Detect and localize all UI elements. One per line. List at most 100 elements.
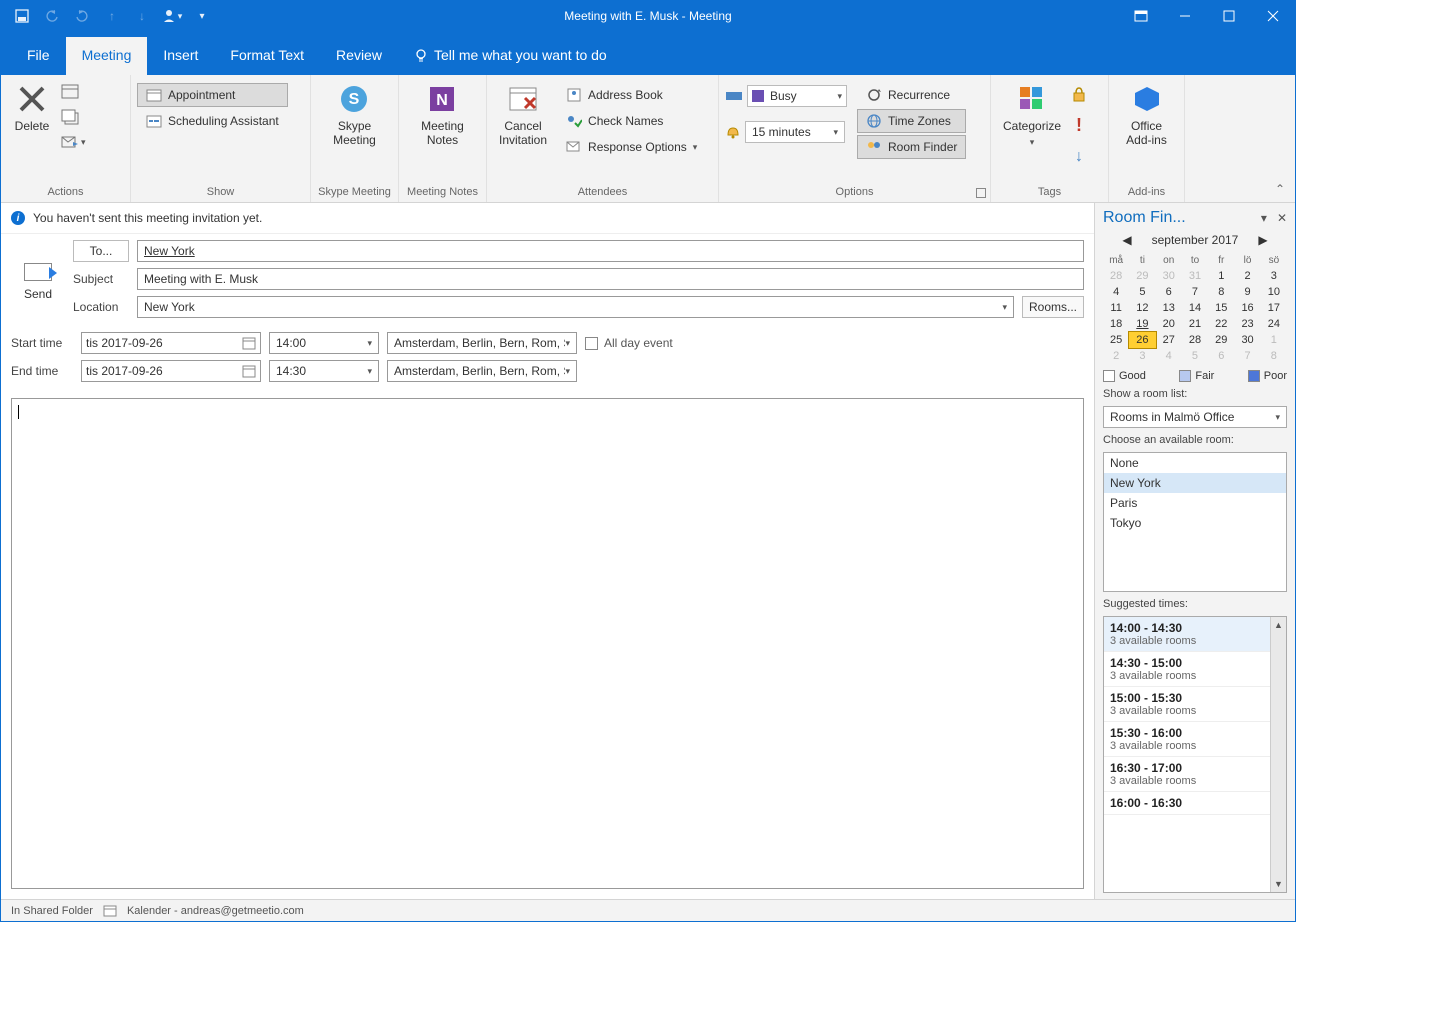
close-icon[interactable] bbox=[1251, 1, 1295, 31]
pane-menu-icon[interactable]: ▾ bbox=[1261, 211, 1267, 225]
scroll-up-icon[interactable]: ▲ bbox=[1271, 617, 1286, 633]
calendar-day[interactable]: 1 bbox=[1208, 268, 1234, 284]
undo-icon[interactable] bbox=[39, 3, 65, 29]
all-day-checkbox[interactable]: All day event bbox=[585, 336, 673, 350]
calendar-day[interactable]: 13 bbox=[1156, 300, 1182, 316]
calendar-day[interactable]: 15 bbox=[1208, 300, 1234, 316]
appointment-button[interactable]: Appointment bbox=[137, 83, 288, 107]
end-date-field[interactable]: tis 2017-09-26 bbox=[81, 360, 261, 382]
calendar-day[interactable]: 8 bbox=[1261, 348, 1287, 364]
subject-field[interactable]: Meeting with E. Musk bbox=[137, 268, 1084, 290]
calendar-day[interactable]: 18 bbox=[1103, 316, 1129, 332]
tab-insert[interactable]: Insert bbox=[147, 37, 214, 75]
calendar-day[interactable]: 28 bbox=[1103, 268, 1129, 284]
reminder-select[interactable]: 15 minutes ▾ bbox=[745, 121, 845, 143]
suggested-time-item[interactable]: 15:30 - 16:003 available rooms bbox=[1104, 722, 1286, 757]
private-icon[interactable] bbox=[1071, 85, 1087, 103]
start-tz-field[interactable]: Amsterdam, Berlin, Bern, Rom, St▾ bbox=[387, 332, 577, 354]
next-month-icon[interactable]: ▶ bbox=[1258, 233, 1267, 247]
calendar-day[interactable]: 8 bbox=[1208, 284, 1234, 300]
to-button[interactable]: To... bbox=[73, 240, 129, 262]
scroll-down-icon[interactable]: ▼ bbox=[1271, 876, 1286, 892]
suggested-time-item[interactable]: 14:30 - 15:003 available rooms bbox=[1104, 652, 1286, 687]
tab-review[interactable]: Review bbox=[320, 37, 398, 75]
send-button[interactable]: Send bbox=[11, 240, 65, 324]
calendar-day[interactable]: 7 bbox=[1182, 284, 1208, 300]
calendar-day[interactable]: 31 bbox=[1182, 268, 1208, 284]
prev-month-icon[interactable]: ◀ bbox=[1122, 233, 1131, 247]
delete-button[interactable]: Delete bbox=[7, 79, 57, 137]
calendar-day[interactable]: 11 bbox=[1103, 300, 1129, 316]
calendar-day[interactable]: 22 bbox=[1208, 316, 1234, 332]
recurrence-button[interactable]: Recurrence bbox=[857, 83, 966, 107]
suggested-time-item[interactable]: 14:00 - 14:303 available rooms bbox=[1104, 617, 1286, 652]
categorize-button[interactable]: Categorize ▾ bbox=[997, 79, 1067, 152]
end-tz-field[interactable]: Amsterdam, Berlin, Bern, Rom, St▾ bbox=[387, 360, 577, 382]
cancel-invitation-button[interactable]: Cancel Invitation bbox=[493, 79, 553, 152]
calendar-day[interactable]: 3 bbox=[1129, 348, 1155, 364]
room-option[interactable]: Paris bbox=[1104, 493, 1286, 513]
calendar-day[interactable]: 14 bbox=[1182, 300, 1208, 316]
calendar-day[interactable]: 26 bbox=[1129, 332, 1155, 348]
calendar-day[interactable]: 24 bbox=[1261, 316, 1287, 332]
calendar-day[interactable]: 6 bbox=[1156, 284, 1182, 300]
redo-icon[interactable] bbox=[69, 3, 95, 29]
qat-customize-icon[interactable]: ▾ bbox=[189, 3, 215, 29]
calendar-day[interactable]: 5 bbox=[1182, 348, 1208, 364]
calendar-day[interactable]: 10 bbox=[1261, 284, 1287, 300]
tab-file[interactable]: File bbox=[11, 37, 66, 75]
next-icon[interactable]: ↓ bbox=[129, 3, 155, 29]
location-field[interactable]: New York▾ bbox=[137, 296, 1014, 318]
calendar-day[interactable]: 4 bbox=[1103, 284, 1129, 300]
scrollbar[interactable]: ▲ ▼ bbox=[1270, 617, 1286, 892]
calendar-day[interactable]: 6 bbox=[1208, 348, 1234, 364]
calendar-picker-icon[interactable] bbox=[242, 365, 256, 378]
to-field[interactable]: New York bbox=[137, 240, 1084, 262]
skype-meeting-button[interactable]: S Skype Meeting bbox=[327, 79, 382, 152]
tab-format-text[interactable]: Format Text bbox=[214, 37, 320, 75]
calendar-day[interactable]: 30 bbox=[1234, 332, 1260, 348]
high-importance-icon[interactable]: ! bbox=[1076, 115, 1082, 136]
available-rooms-list[interactable]: NoneNew YorkParisTokyo bbox=[1103, 452, 1287, 592]
time-zones-button[interactable]: Time Zones bbox=[857, 109, 966, 133]
maximize-icon[interactable] bbox=[1207, 1, 1251, 31]
options-dialog-launcher[interactable] bbox=[976, 188, 986, 198]
suggested-time-item[interactable]: 16:00 - 16:30 bbox=[1104, 792, 1286, 815]
calendar-day[interactable]: 3 bbox=[1261, 268, 1287, 284]
calendar-picker-icon[interactable] bbox=[242, 337, 256, 350]
calendar-day[interactable]: 5 bbox=[1129, 284, 1155, 300]
calendar-day[interactable]: 1 bbox=[1261, 332, 1287, 348]
calendar-day[interactable]: 19 bbox=[1129, 316, 1155, 332]
copy-calendar-icon[interactable] bbox=[61, 109, 86, 125]
prev-icon[interactable]: ↑ bbox=[99, 3, 125, 29]
suggested-time-item[interactable]: 16:30 - 17:003 available rooms bbox=[1104, 757, 1286, 792]
calendar-day[interactable]: 9 bbox=[1234, 284, 1260, 300]
calendar-icon[interactable] bbox=[61, 83, 86, 99]
calendar-day[interactable]: 16 bbox=[1234, 300, 1260, 316]
suggested-times-list[interactable]: 14:00 - 14:303 available rooms14:30 - 15… bbox=[1103, 616, 1287, 893]
room-option[interactable]: None bbox=[1104, 453, 1286, 473]
calendar-day[interactable]: 2 bbox=[1103, 348, 1129, 364]
calendar-day[interactable]: 27 bbox=[1156, 332, 1182, 348]
calendar-day[interactable]: 30 bbox=[1156, 268, 1182, 284]
calendar-day[interactable]: 4 bbox=[1156, 348, 1182, 364]
suggested-time-item[interactable]: 15:00 - 15:303 available rooms bbox=[1104, 687, 1286, 722]
check-names-button[interactable]: Check Names bbox=[557, 109, 706, 133]
mini-calendar[interactable]: måtiontofrlösö 2829303112345678910111213… bbox=[1103, 253, 1287, 364]
start-date-field[interactable]: tis 2017-09-26 bbox=[81, 332, 261, 354]
save-icon[interactable] bbox=[9, 3, 35, 29]
ribbon-display-icon[interactable] bbox=[1119, 1, 1163, 31]
start-time-field[interactable]: 14:00▾ bbox=[269, 332, 379, 354]
calendar-day[interactable]: 29 bbox=[1208, 332, 1234, 348]
response-options-button[interactable]: Response Options▾ bbox=[557, 135, 706, 159]
room-list-select[interactable]: Rooms in Malmö Office▾ bbox=[1103, 406, 1287, 428]
person-icon[interactable]: ▾ bbox=[159, 3, 185, 29]
office-addins-button[interactable]: Office Add-ins bbox=[1120, 79, 1173, 152]
calendar-day[interactable]: 23 bbox=[1234, 316, 1260, 332]
collapse-ribbon-icon[interactable]: ⌃ bbox=[1275, 182, 1285, 196]
calendar-day[interactable]: 7 bbox=[1234, 348, 1260, 364]
minimize-icon[interactable] bbox=[1163, 1, 1207, 31]
room-finder-button[interactable]: Room Finder bbox=[857, 135, 966, 159]
tab-meeting[interactable]: Meeting bbox=[66, 37, 148, 75]
room-option[interactable]: New York bbox=[1104, 473, 1286, 493]
